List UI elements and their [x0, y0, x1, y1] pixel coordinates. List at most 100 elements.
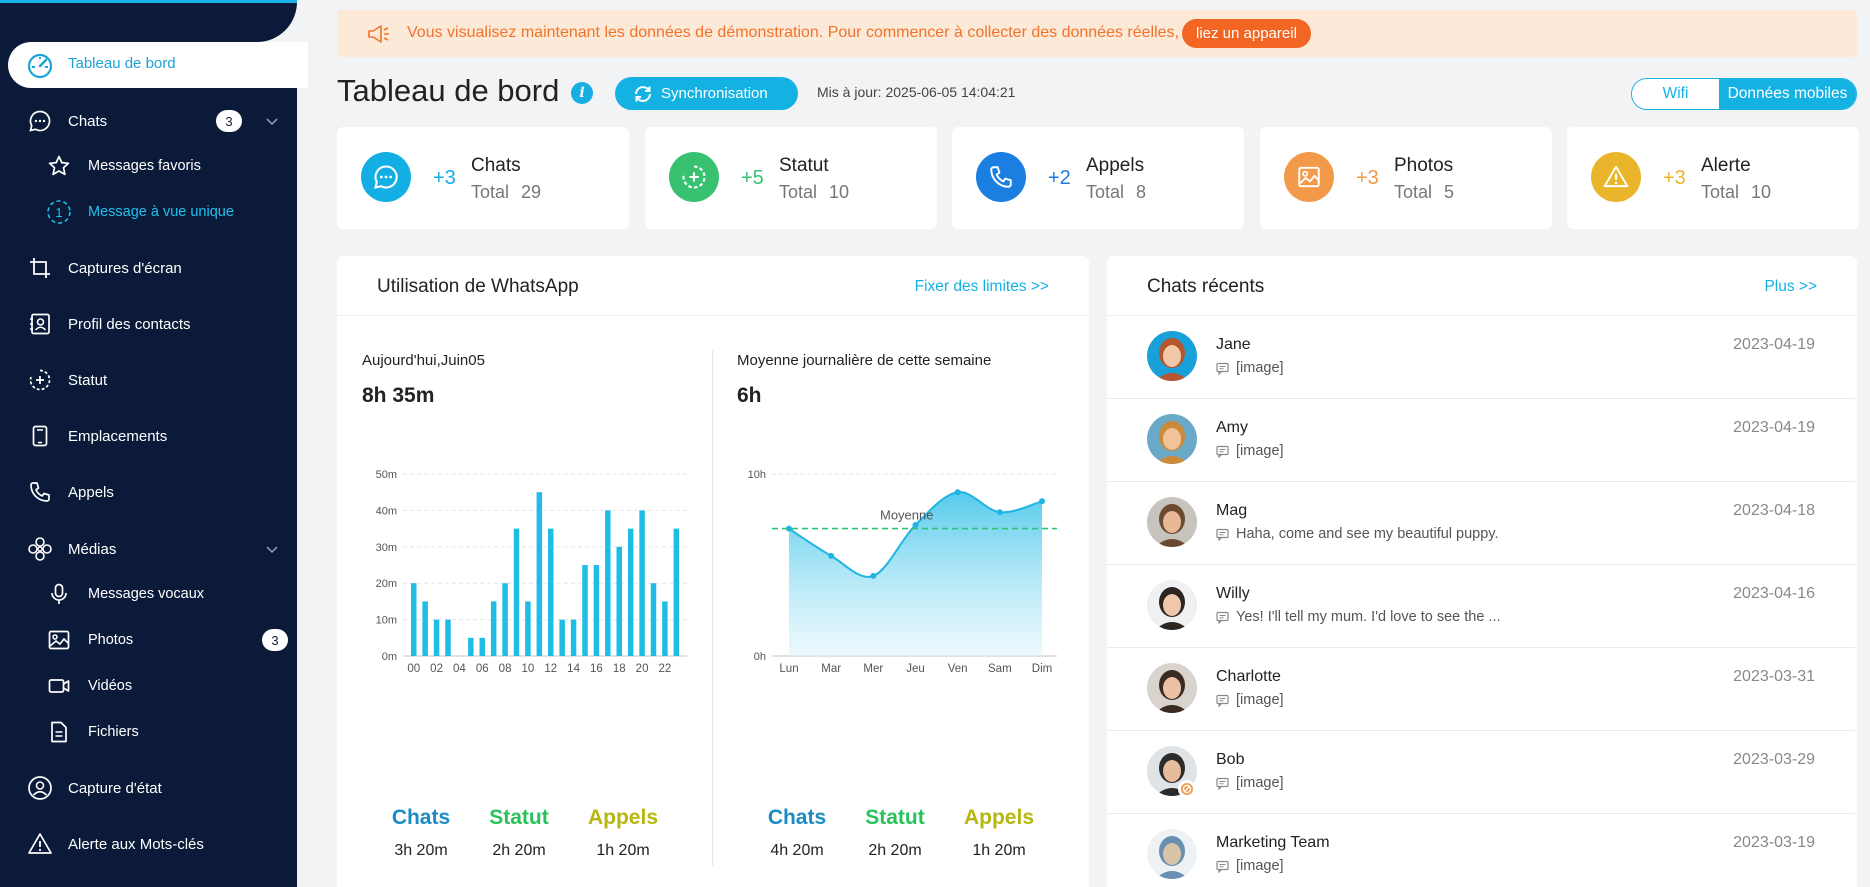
chat-date: 2023-03-31: [1733, 668, 1815, 685]
stat-name: Appels: [1086, 155, 1145, 176]
speedometer-icon: [27, 53, 53, 79]
nav-label-status-capture: Capture d'état: [68, 779, 162, 797]
week-legend-status: Statut 2h 20m: [865, 806, 925, 859]
bar: [593, 565, 600, 656]
warning-icon: [1591, 152, 1641, 202]
info-icon[interactable]: i: [571, 82, 593, 104]
chevron-down-icon[interactable]: [265, 114, 279, 128]
set-limits-link[interactable]: Fixer des limites >>: [915, 278, 1049, 296]
nav-item-files[interactable]: Fichiers: [0, 712, 297, 752]
nav-item-keyword-alert[interactable]: Alerte aux Mots-clés: [0, 824, 297, 864]
week-legend-calls: Appels 1h 20m: [963, 806, 1034, 859]
stat-card-alerts[interactable]: +3 Alerte Total 10: [1567, 127, 1859, 229]
page-title: Tableau de bord: [337, 73, 560, 108]
data-point: [912, 521, 919, 528]
stat-name: Chats: [471, 155, 521, 176]
nav-item-contacts[interactable]: Profil des contacts: [0, 304, 297, 344]
bar: [490, 601, 497, 656]
chat-row[interactable]: Willy Yes! I'll tell my mum. I'd love to…: [1107, 565, 1855, 648]
chevron-down-icon[interactable]: [265, 542, 279, 556]
nav-label-screenshots: Captures d'écran: [68, 259, 182, 277]
week-value: 6h: [737, 384, 762, 407]
more-link[interactable]: Plus >>: [1764, 278, 1817, 296]
nav-label-dashboard: Tableau de bord: [68, 55, 176, 72]
sidebar-top-line: [0, 0, 297, 3]
chat-row[interactable]: Mag Haha, come and see my beautiful pupp…: [1107, 482, 1855, 565]
chat-name: Willy: [1216, 585, 1250, 602]
x-tick-label: Lun: [779, 663, 798, 675]
stat-name: Statut: [779, 155, 829, 176]
chat-preview: [image]: [1216, 360, 1284, 376]
chat-row[interactable]: Marketing Team [image] 2023-03-19: [1107, 814, 1855, 887]
chat-row[interactable]: Charlotte [image] 2023-03-31: [1107, 648, 1855, 731]
bar: [411, 583, 417, 656]
nav-item-status[interactable]: Statut: [0, 360, 297, 400]
toggle-wifi[interactable]: Wifi: [1632, 79, 1719, 109]
bar: [627, 528, 634, 656]
stat-card-status[interactable]: +5 Statut Total 10: [645, 127, 937, 229]
recent-chats-title: Chats récents: [1147, 276, 1265, 297]
toggle-mobile-data[interactable]: Données mobiles: [1719, 79, 1856, 109]
bar: [616, 546, 622, 656]
bar: [570, 619, 577, 656]
nav-item-videos[interactable]: Vidéos: [0, 666, 297, 706]
nav-label-photos: Photos: [88, 632, 134, 648]
y-tick-label: 0h: [754, 651, 766, 663]
y-tick-label: 50m: [376, 469, 397, 481]
stat-card-photos[interactable]: +3 Photos Total 5: [1260, 127, 1552, 229]
image-icon: [46, 627, 72, 653]
bar: [605, 510, 611, 656]
chat-preview: [image]: [1216, 775, 1284, 791]
nav-label-files: Fichiers: [88, 724, 139, 740]
chat-name: Marketing Team: [1216, 834, 1330, 851]
image-icon: [1284, 152, 1334, 202]
nav-item-view-once[interactable]: 1 Message à vue unique: [0, 192, 297, 232]
nav-item-locations[interactable]: Emplacements: [0, 416, 297, 456]
nav-item-screenshots[interactable]: Captures d'écran: [0, 248, 297, 288]
stat-total: Total 10: [1701, 182, 1772, 202]
weekly-area-chart: 0h 10h Moyenne Lun Mar Mer Jeu Ven Sam Dim: [748, 469, 1057, 675]
today-legend-status: Statut 2h 20m: [489, 806, 549, 859]
x-tick-label: 14: [567, 663, 580, 675]
stat-card-calls[interactable]: +2 Appels Total 8: [952, 127, 1244, 229]
bar: [650, 583, 657, 656]
contact-card-icon: [26, 310, 54, 338]
week-legend-chats: Chats 4h 20m: [767, 806, 827, 859]
nav-item-photos[interactable]: Photos 3: [0, 620, 297, 660]
nav-item-starred-messages[interactable]: Messages favoris: [0, 146, 297, 186]
x-tick-label: Dim: [1032, 663, 1052, 675]
sync-button[interactable]: Synchronisation: [615, 77, 798, 110]
nav-label-starred: Messages favoris: [88, 158, 201, 174]
last-updated: Mis à jour: 2025-06-05 14:04:21: [817, 84, 1016, 100]
x-tick-label: 22: [659, 663, 672, 675]
phone-device-icon: [26, 422, 54, 450]
x-tick-label: 20: [636, 663, 649, 675]
x-tick-label: Mar: [821, 663, 841, 675]
blocked-icon: [1178, 780, 1196, 798]
bar: [536, 492, 543, 656]
link-device-button[interactable]: liez un appareil: [1182, 19, 1311, 48]
nav-label-view-once: Message à vue unique: [88, 204, 234, 220]
nav-label-locations: Emplacements: [68, 427, 168, 445]
nav-item-media[interactable]: Médias: [0, 529, 297, 569]
x-tick-label: 08: [499, 663, 512, 675]
chat-row[interactable]: Jane [image] 2023-04-19: [1107, 316, 1855, 399]
stat-delta: +3: [1663, 167, 1686, 189]
x-tick-label: 10: [522, 663, 535, 675]
usage-panel-header: Utilisation de WhatsApp Fixer des limite…: [337, 256, 1089, 316]
chat-row[interactable]: Amy [image] 2023-04-19: [1107, 399, 1855, 482]
message-icon: [1216, 694, 1229, 707]
nav-item-calls[interactable]: Appels: [0, 472, 297, 512]
chat-row[interactable]: Bob [image] 2023-03-29: [1107, 731, 1855, 814]
bar: [479, 637, 485, 656]
avatar: [1147, 497, 1197, 547]
chat-bubble-icon: [361, 152, 411, 202]
nav-item-chats[interactable]: Chats 3: [0, 101, 297, 141]
nav-item-voice-messages[interactable]: Messages vocaux: [0, 574, 297, 614]
message-icon: [1216, 860, 1229, 873]
message-icon: [1216, 528, 1229, 541]
nav-item-status-capture[interactable]: Capture d'état: [0, 768, 297, 808]
avatar: [1147, 414, 1197, 464]
stat-card-chats[interactable]: +3 Chats Total 29: [337, 127, 629, 229]
sync-label: Synchronisation: [661, 85, 768, 102]
